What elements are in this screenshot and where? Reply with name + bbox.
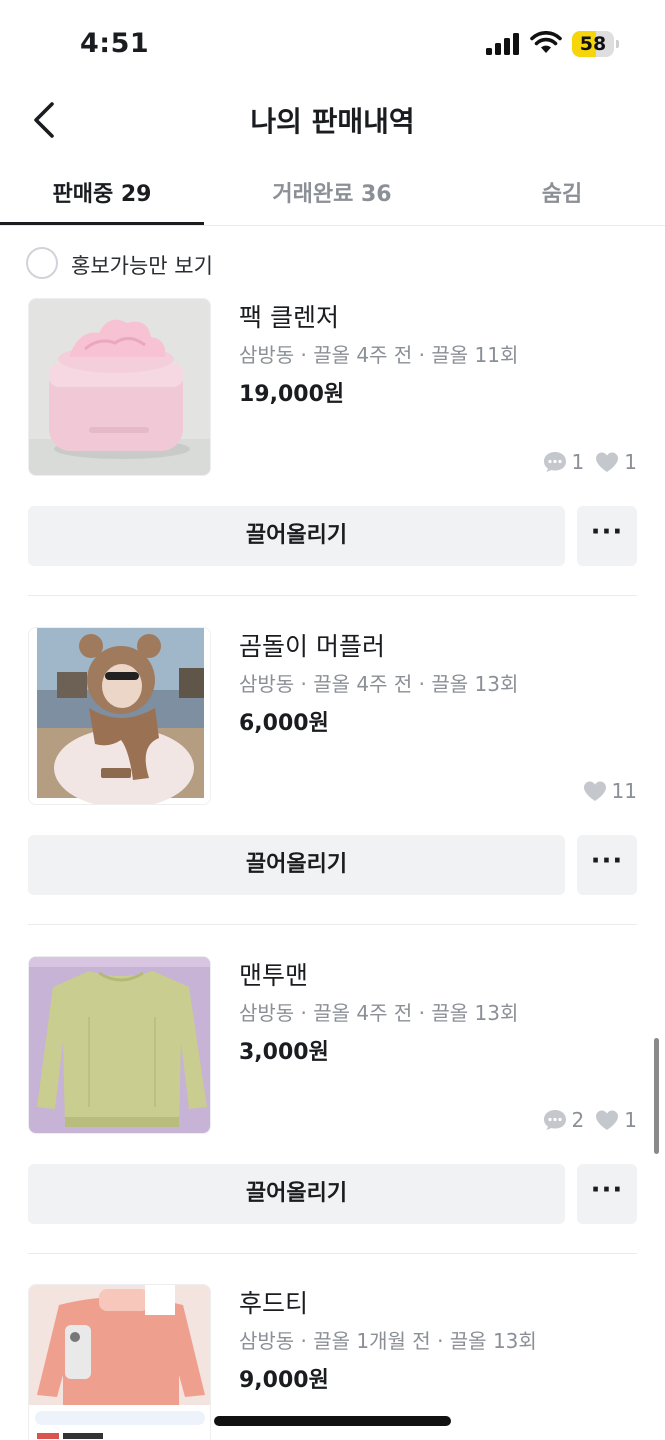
divider [28, 924, 637, 925]
bump-button[interactable]: 끌어올리기 [28, 506, 565, 566]
product-image[interactable] [28, 956, 211, 1134]
chat-count: 1 [571, 450, 585, 474]
item-meta: 삼방동 · 끌올 4주 전 · 끌올 11회 [239, 343, 519, 367]
item-stats: 1 1 [542, 448, 637, 476]
item-stats: 11 [582, 777, 637, 805]
more-options-button[interactable]: ··· [577, 1164, 637, 1224]
like-count: 11 [611, 779, 637, 803]
like-count: 1 [624, 450, 637, 474]
wifi-icon [530, 31, 562, 53]
battery-icon: 58 [572, 31, 620, 57]
item-price: 19,000원 [239, 382, 345, 407]
filter-checkbox[interactable] [26, 247, 58, 279]
header: 나의 판매내역 [0, 88, 665, 152]
bump-button[interactable]: 끌어올리기 [28, 835, 565, 895]
divider [28, 595, 637, 596]
cellular-signal-icon [486, 33, 519, 55]
home-indicator[interactable] [214, 1416, 451, 1426]
item-price: 6,000원 [239, 711, 329, 736]
tab-completed[interactable]: 거래완료 36 [230, 160, 434, 226]
heart-icon [583, 781, 606, 801]
tab-bar: 판매중 29 거래완료 36 숨김 [0, 160, 665, 226]
like-count: 1 [624, 1108, 637, 1132]
item-meta: 삼방동 · 끌올 4주 전 · 끌올 13회 [239, 1001, 519, 1025]
status-bar: 4:51 58 [0, 0, 665, 88]
chat-bubble-icon [543, 1110, 566, 1130]
more-options-button[interactable]: ··· [577, 506, 637, 566]
item-title[interactable]: 맨투맨 [239, 956, 308, 992]
active-tab-indicator [0, 222, 204, 225]
product-image[interactable] [28, 627, 211, 805]
item-meta: 삼방동 · 끌올 4주 전 · 끌올 13회 [239, 672, 519, 696]
heart-icon [596, 452, 619, 472]
item-title[interactable]: 팩 클렌저 [239, 298, 339, 334]
more-options-button[interactable]: ··· [577, 835, 637, 895]
filter-label: 홍보가능만 보기 [71, 254, 213, 278]
item-price: 3,000원 [239, 1040, 329, 1065]
item-title[interactable]: 후드티 [239, 1284, 308, 1320]
battery-percentage: 58 [579, 33, 607, 55]
scrollbar[interactable] [654, 1038, 659, 1154]
heart-icon [596, 1110, 619, 1130]
chat-bubble-icon [543, 452, 566, 472]
status-time: 4:51 [80, 28, 150, 59]
bump-button[interactable]: 끌어올리기 [28, 1164, 565, 1224]
product-image[interactable] [28, 1284, 211, 1440]
tab-selling[interactable]: 판매중 29 [0, 160, 204, 226]
page-title: 나의 판매내역 [250, 105, 415, 138]
chat-count: 2 [571, 1108, 585, 1132]
tab-hidden[interactable]: 숨김 [460, 160, 664, 226]
item-meta: 삼방동 · 끌올 1개월 전 · 끌올 13회 [239, 1329, 537, 1353]
divider [28, 1253, 637, 1254]
list-item[interactable]: 맨투맨 삼방동 · 끌올 4주 전 · 끌올 13회 3,000원 2 1 끌어… [0, 956, 665, 1286]
list-item[interactable]: 팩 클렌저 삼방동 · 끌올 4주 전 · 끌올 11회 19,000원 1 1… [0, 298, 665, 628]
item-title[interactable]: 곰돌이 머플러 [239, 627, 385, 663]
item-price: 9,000원 [239, 1368, 329, 1393]
list-item[interactable]: 곰돌이 머플러 삼방동 · 끌올 4주 전 · 끌올 13회 6,000원 11… [0, 627, 665, 957]
product-image[interactable] [28, 298, 211, 476]
item-stats: 2 1 [542, 1106, 637, 1134]
